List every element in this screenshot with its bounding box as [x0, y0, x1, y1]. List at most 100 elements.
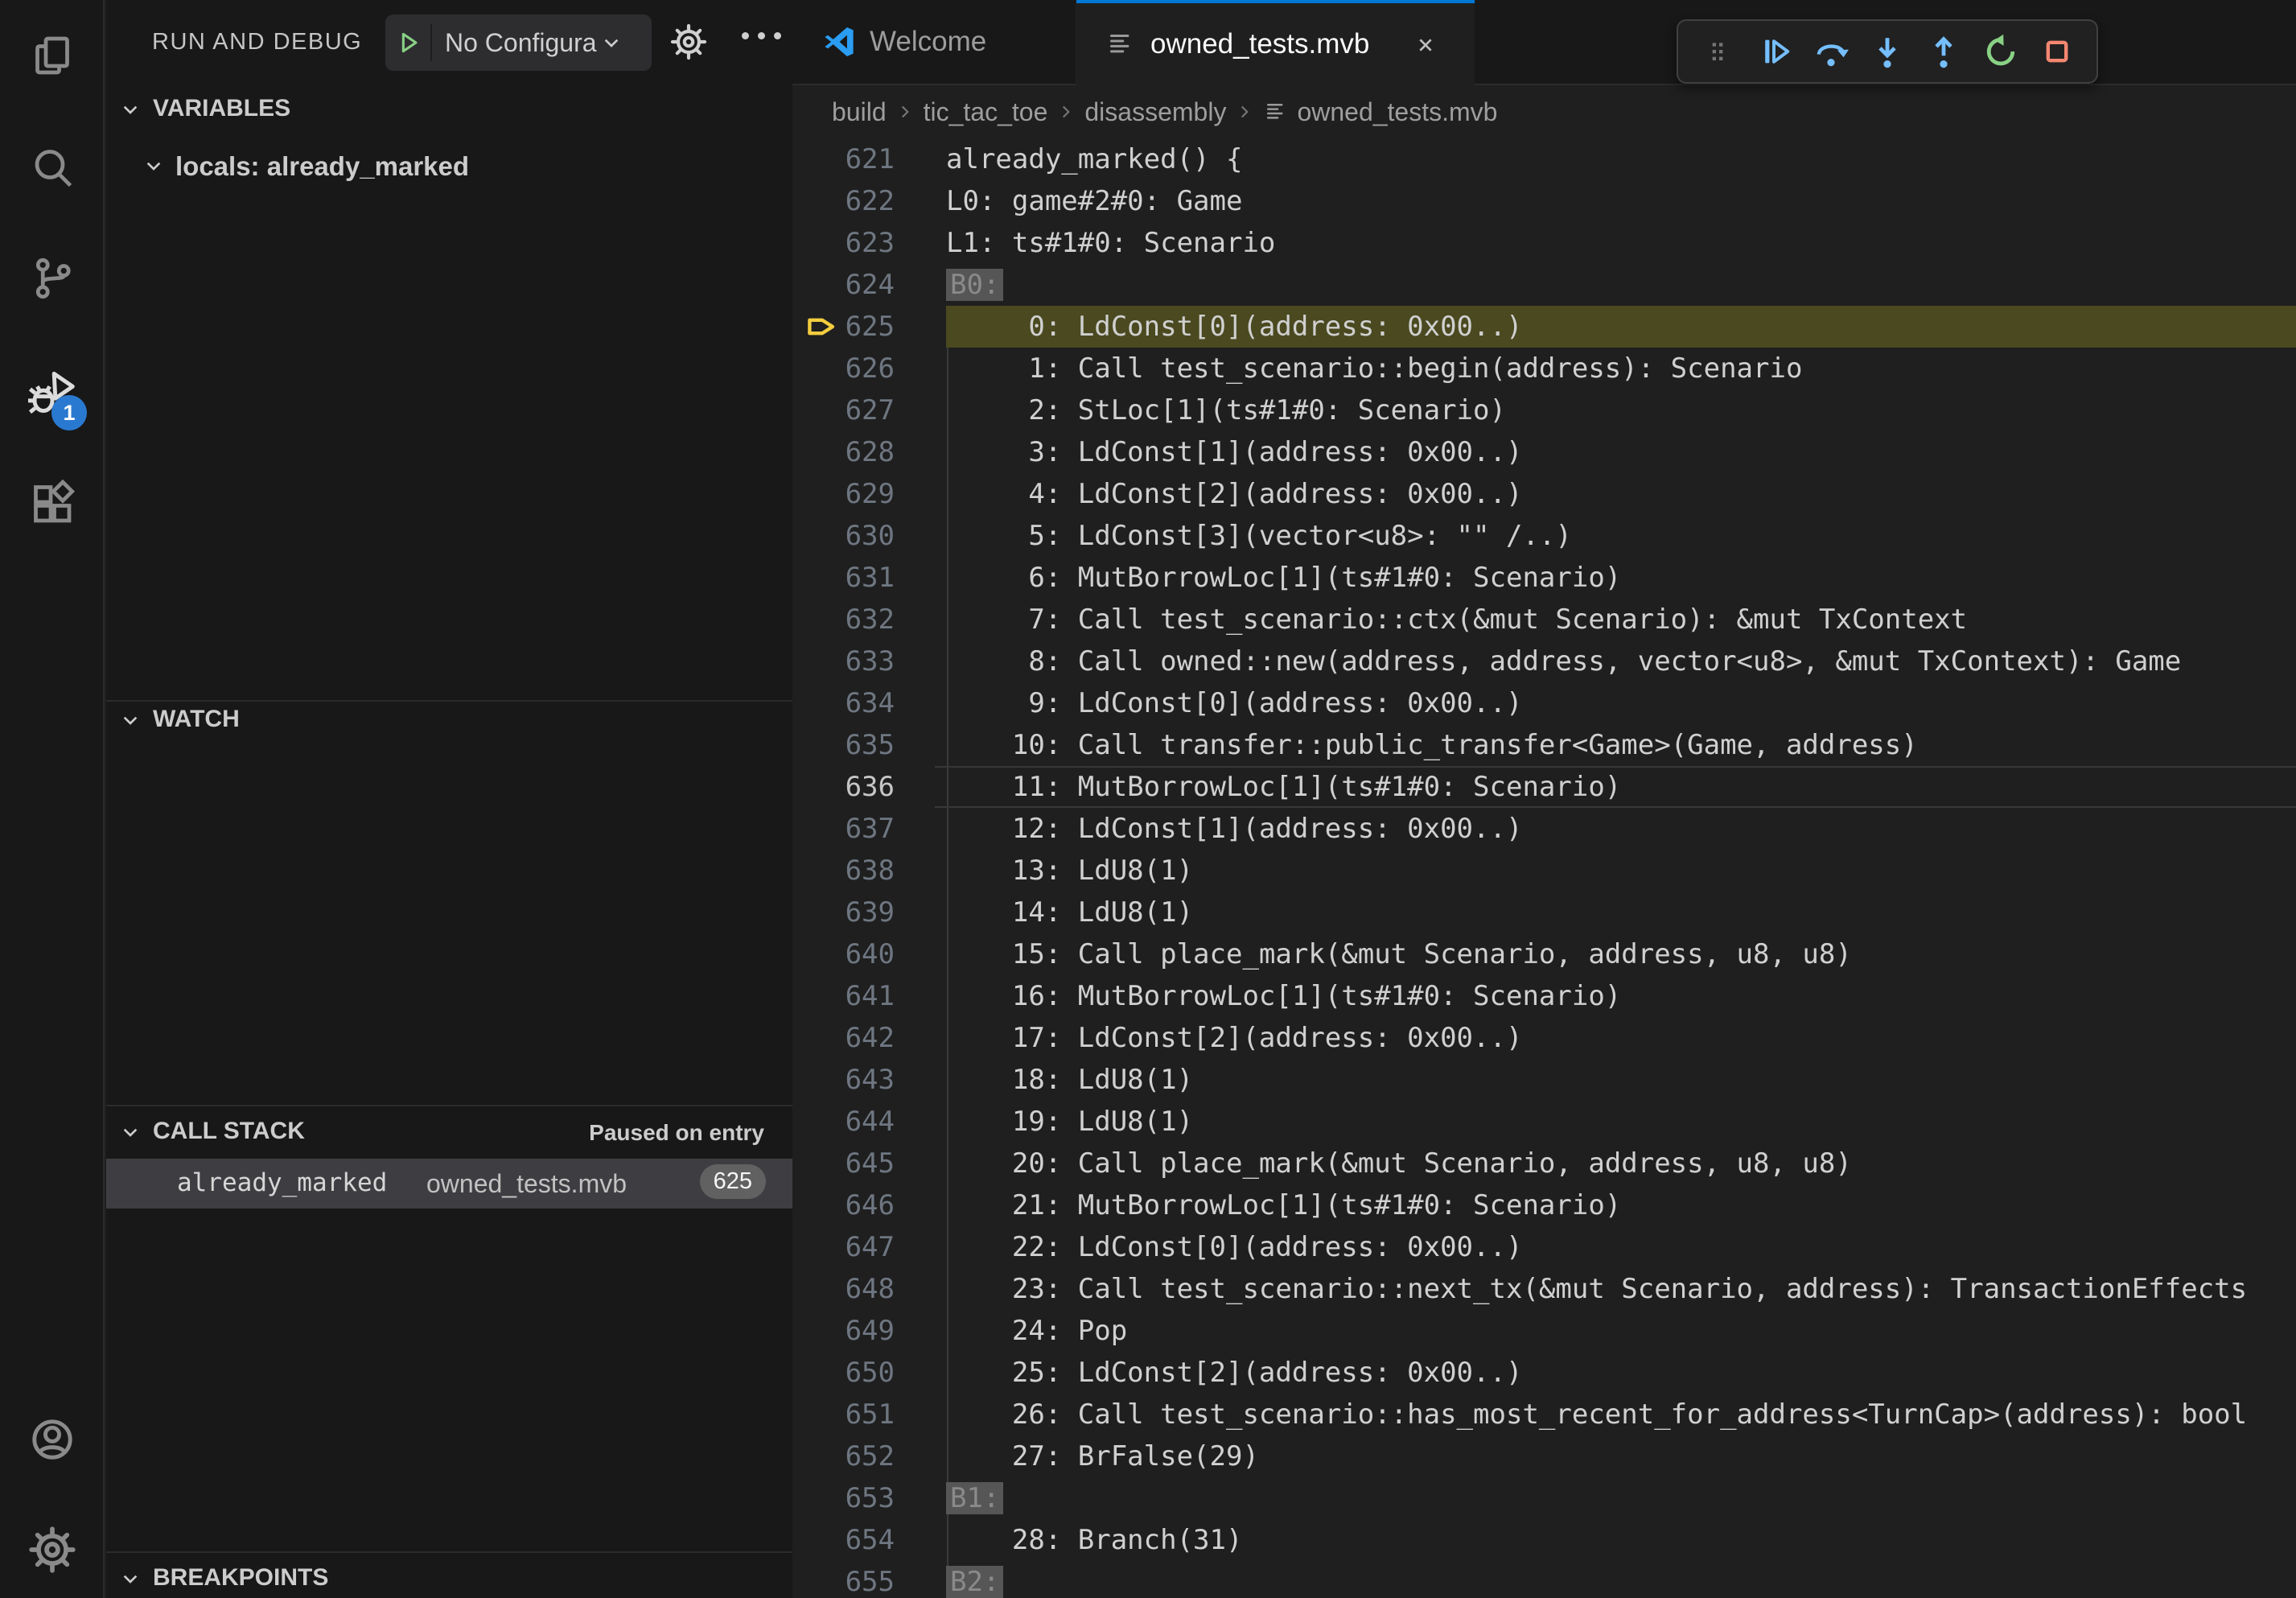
code-line[interactable]: 638 13: LdU8(1)	[792, 850, 2296, 892]
section-header-breakpoints[interactable]: BREAKPOINTS	[153, 1564, 328, 1592]
breadcrumb-file[interactable]: owned_tests.mvb	[1297, 97, 1497, 127]
code-line[interactable]: 637 12: LdConst[1](address: 0x00..)	[792, 808, 2296, 850]
tab-owned-tests[interactable]: owned_tests.mvb	[1076, 0, 1475, 85]
code-line[interactable]: 652 27: BrFalse(29)	[792, 1435, 2296, 1477]
continue-button[interactable]	[1754, 31, 1794, 72]
step-over-button[interactable]	[1811, 31, 1851, 72]
code-line[interactable]: 624B0:	[792, 264, 2296, 306]
code-line[interactable]: 632 7: Call test_scenario::ctx(&mut Scen…	[792, 599, 2296, 640]
gutter[interactable]: 636	[792, 766, 946, 808]
code-line[interactable]: 629 4: LdConst[2](address: 0x00..)	[792, 473, 2296, 515]
gutter[interactable]: 626	[792, 348, 946, 389]
step-out-button[interactable]	[1924, 31, 1964, 72]
code-line[interactable]: 642 17: LdConst[2](address: 0x00..)	[792, 1017, 2296, 1059]
gutter[interactable]: 625	[792, 306, 946, 348]
chevron-down-icon[interactable]	[117, 707, 143, 733]
gutter[interactable]: 646	[792, 1184, 946, 1226]
drag-handle[interactable]	[1697, 31, 1738, 72]
code-line[interactable]: 640 15: Call place_mark(&mut Scenario, a…	[792, 933, 2296, 975]
gutter[interactable]: 643	[792, 1059, 946, 1101]
code-editor[interactable]: 621already_marked() {622L0: game#2#0: Ga…	[792, 138, 2296, 1598]
gutter[interactable]: 630	[792, 515, 946, 557]
gutter[interactable]: 635	[792, 724, 946, 766]
code-line[interactable]: 649 24: Pop	[792, 1310, 2296, 1352]
gutter[interactable]: 655	[792, 1561, 946, 1598]
close-icon[interactable]	[1413, 32, 1438, 58]
section-header-variables[interactable]: VARIABLES	[153, 95, 290, 122]
code-line[interactable]: 636 11: MutBorrowLoc[1](ts#1#0: Scenario…	[792, 766, 2296, 808]
gutter[interactable]: 640	[792, 933, 946, 975]
gutter[interactable]: 633	[792, 640, 946, 682]
code-line[interactable]: 643 18: LdU8(1)	[792, 1059, 2296, 1101]
code-line[interactable]: 654 28: Branch(31)	[792, 1519, 2296, 1561]
code-line[interactable]: 639 14: LdU8(1)	[792, 892, 2296, 933]
explorer-icon[interactable]	[26, 29, 79, 82]
settings-gear-icon[interactable]	[26, 1523, 79, 1576]
chevron-down-icon[interactable]	[117, 97, 143, 122]
code-line[interactable]: 635 10: Call transfer::public_transfer<G…	[792, 724, 2296, 766]
code-line[interactable]: 633 8: Call owned::new(address, address,…	[792, 640, 2296, 682]
code-line[interactable]: 644 19: LdU8(1)	[792, 1101, 2296, 1143]
code-line[interactable]: 648 23: Call test_scenario::next_tx(&mut…	[792, 1268, 2296, 1310]
gutter[interactable]: 648	[792, 1268, 946, 1310]
section-header-watch[interactable]: WATCH	[153, 706, 240, 733]
code-line[interactable]: 630 5: LdConst[3](vector<u8>: "" /..)	[792, 515, 2296, 557]
code-line[interactable]: 621already_marked() {	[792, 138, 2296, 180]
call-stack-frame-row[interactable]: already_marked owned_tests.mvb 625	[106, 1159, 792, 1209]
gutter[interactable]: 644	[792, 1101, 946, 1143]
variables-scope-row[interactable]: locals: already_marked	[106, 138, 792, 196]
code-line[interactable]: 646 21: MutBorrowLoc[1](ts#1#0: Scenario…	[792, 1184, 2296, 1226]
gutter[interactable]: 629	[792, 473, 946, 515]
gutter[interactable]: 623	[792, 222, 946, 264]
breadcrumb-item[interactable]: build	[832, 97, 887, 127]
debug-config-dropdown[interactable]: No Configura	[385, 14, 652, 71]
start-debug-icon[interactable]	[385, 24, 432, 61]
gutter[interactable]: 639	[792, 892, 946, 933]
more-actions-icon[interactable]	[742, 32, 781, 39]
code-line[interactable]: 628 3: LdConst[1](address: 0x00..)	[792, 431, 2296, 473]
gutter[interactable]: 652	[792, 1435, 946, 1477]
section-header-call-stack[interactable]: CALL STACK	[153, 1118, 305, 1145]
gutter[interactable]: 632	[792, 599, 946, 640]
gutter[interactable]: 654	[792, 1519, 946, 1561]
stop-button[interactable]	[2037, 31, 2077, 72]
breadcrumb-item[interactable]: tic_tac_toe	[924, 97, 1048, 127]
code-line[interactable]: 631 6: MutBorrowLoc[1](ts#1#0: Scenario)	[792, 557, 2296, 599]
gutter[interactable]: 622	[792, 180, 946, 222]
code-line[interactable]: 650 25: LdConst[2](address: 0x00..)	[792, 1352, 2296, 1394]
gutter[interactable]: 631	[792, 557, 946, 599]
chevron-down-icon[interactable]	[117, 1566, 143, 1592]
code-line[interactable]: 653B1:	[792, 1477, 2296, 1519]
code-line[interactable]: 634 9: LdConst[0](address: 0x00..)	[792, 682, 2296, 724]
gear-icon[interactable]	[669, 23, 708, 61]
restart-button[interactable]	[1981, 31, 2021, 72]
account-icon[interactable]	[26, 1413, 79, 1466]
chevron-down-icon[interactable]	[117, 1119, 143, 1145]
code-line[interactable]: 651 26: Call test_scenario::has_most_rec…	[792, 1394, 2296, 1435]
tab-welcome[interactable]: Welcome	[792, 0, 1076, 84]
code-line[interactable]: 641 16: MutBorrowLoc[1](ts#1#0: Scenario…	[792, 975, 2296, 1017]
search-icon[interactable]	[26, 142, 79, 195]
code-line[interactable]: 627 2: StLoc[1](ts#1#0: Scenario)	[792, 389, 2296, 431]
gutter[interactable]: 645	[792, 1143, 946, 1184]
code-line[interactable]: 626 1: Call test_scenario::begin(address…	[792, 348, 2296, 389]
gutter[interactable]: 642	[792, 1017, 946, 1059]
gutter[interactable]: 638	[792, 850, 946, 892]
code-line[interactable]: 625 0: LdConst[0](address: 0x00..)	[792, 306, 2296, 348]
gutter[interactable]: 650	[792, 1352, 946, 1394]
gutter[interactable]: 627	[792, 389, 946, 431]
gutter[interactable]: 647	[792, 1226, 946, 1268]
code-line[interactable]: 645 20: Call place_mark(&mut Scenario, a…	[792, 1143, 2296, 1184]
step-into-button[interactable]	[1867, 31, 1907, 72]
gutter[interactable]: 628	[792, 431, 946, 473]
code-line[interactable]: 655B2:	[792, 1561, 2296, 1598]
gutter[interactable]: 634	[792, 682, 946, 724]
gutter[interactable]: 649	[792, 1310, 946, 1352]
gutter[interactable]: 637	[792, 808, 946, 850]
code-line[interactable]: 623L1: ts#1#0: Scenario	[792, 222, 2296, 264]
breadcrumb-item[interactable]: disassembly	[1084, 97, 1226, 127]
extensions-icon[interactable]	[26, 477, 79, 530]
source-control-icon[interactable]	[26, 252, 79, 305]
gutter[interactable]: 624	[792, 264, 946, 306]
code-line[interactable]: 622L0: game#2#0: Game	[792, 180, 2296, 222]
